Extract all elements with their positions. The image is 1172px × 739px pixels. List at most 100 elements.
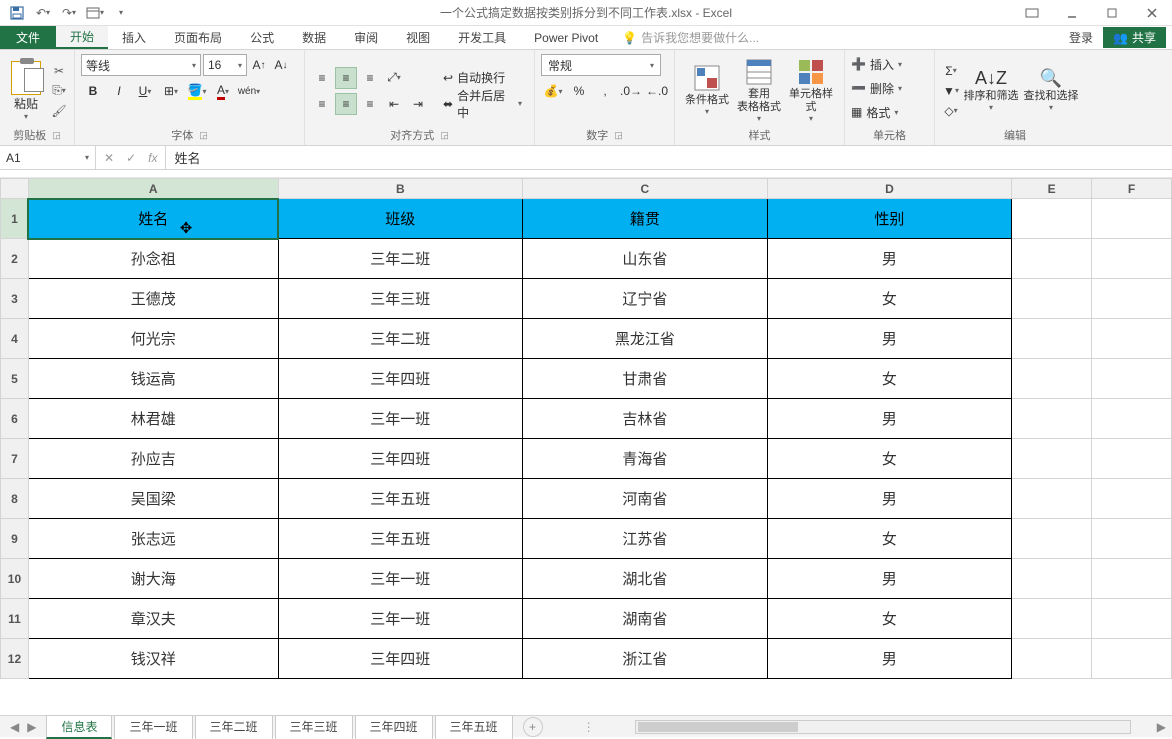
close-icon[interactable] <box>1132 0 1172 26</box>
sheet-tab-三年二班[interactable]: 三年二班 <box>195 715 273 739</box>
cell-E7[interactable] <box>1012 439 1092 479</box>
col-header-E[interactable]: E <box>1012 179 1092 199</box>
save-icon[interactable] <box>8 4 26 22</box>
decrease-decimal-icon[interactable]: ←.0 <box>645 80 669 102</box>
cell-C2[interactable]: 山东省 <box>523 239 768 279</box>
sheet-tab-信息表[interactable]: 信息表 <box>46 715 112 739</box>
phonetic-button[interactable]: wén▾ <box>237 80 261 102</box>
cell-E5[interactable] <box>1012 359 1092 399</box>
cell-F6[interactable] <box>1092 399 1172 439</box>
comma-button[interactable]: , <box>593 80 617 102</box>
enter-formula-icon[interactable]: ✓ <box>126 151 136 165</box>
tab-开发工具[interactable]: 开发工具 <box>444 26 520 49</box>
cell-F10[interactable] <box>1092 559 1172 599</box>
cell-C7[interactable]: 青海省 <box>523 439 768 479</box>
copy-icon[interactable]: ⎘▾ <box>50 83 68 99</box>
sheet-tab-三年五班[interactable]: 三年五班 <box>435 715 513 739</box>
cell-A2[interactable]: 孙念祖 <box>28 239 278 279</box>
col-header-B[interactable]: B <box>278 179 523 199</box>
cell-F5[interactable] <box>1092 359 1172 399</box>
cell-F7[interactable] <box>1092 439 1172 479</box>
border-button[interactable]: ⊞▾ <box>159 80 183 102</box>
increase-decimal-icon[interactable]: .0→ <box>619 80 643 102</box>
row-header-3[interactable]: 3 <box>1 279 29 319</box>
new-sheet-button[interactable]: + <box>523 717 543 737</box>
cell-E8[interactable] <box>1012 479 1092 519</box>
sheet-tab-三年三班[interactable]: 三年三班 <box>275 715 353 739</box>
font-name-select[interactable]: 等线▾ <box>81 54 201 76</box>
row-header-4[interactable]: 4 <box>1 319 29 359</box>
cell-D7[interactable]: 女 <box>767 439 1012 479</box>
col-header-D[interactable]: D <box>767 179 1012 199</box>
underline-button[interactable]: U▾ <box>133 80 157 102</box>
clipboard-launcher-icon[interactable]: ◲ <box>52 130 61 141</box>
number-launcher-icon[interactable]: ◲ <box>614 130 623 141</box>
cancel-formula-icon[interactable]: ✕ <box>104 151 114 165</box>
cell-C11[interactable]: 湖南省 <box>523 599 768 639</box>
name-box[interactable]: A1▾ <box>0 146 96 169</box>
delete-cells-button[interactable]: ➖删除▾ <box>851 78 902 98</box>
cell-E4[interactable] <box>1012 319 1092 359</box>
row-header-2[interactable]: 2 <box>1 239 29 279</box>
redo-icon[interactable]: ↷▾ <box>60 4 78 22</box>
maximize-icon[interactable] <box>1092 0 1132 26</box>
row-header-11[interactable]: 11 <box>1 599 29 639</box>
cell-F8[interactable] <box>1092 479 1172 519</box>
touch-mode-icon[interactable]: ▾ <box>86 4 104 22</box>
cell-F3[interactable] <box>1092 279 1172 319</box>
tab-审阅[interactable]: 审阅 <box>340 26 392 49</box>
cell-B2[interactable]: 三年二班 <box>278 239 523 279</box>
cell-C8[interactable]: 河南省 <box>523 479 768 519</box>
italic-button[interactable]: I <box>107 80 131 102</box>
align-top-icon[interactable]: ≡ <box>311 67 333 89</box>
tab-开始[interactable]: 开始 <box>56 26 108 49</box>
align-bottom-icon[interactable]: ≡ <box>359 67 381 89</box>
cell-B12[interactable]: 三年四班 <box>278 639 523 679</box>
cell-C9[interactable]: 江苏省 <box>523 519 768 559</box>
select-all-corner[interactable] <box>1 179 29 199</box>
cell-E1[interactable] <box>1012 199 1092 239</box>
cell-F1[interactable] <box>1092 199 1172 239</box>
minimize-icon[interactable] <box>1052 0 1092 26</box>
cell-D9[interactable]: 女 <box>767 519 1012 559</box>
align-center-icon[interactable]: ≡ <box>335 93 357 115</box>
row-header-7[interactable]: 7 <box>1 439 29 479</box>
cell-D8[interactable]: 男 <box>767 479 1012 519</box>
autosum-icon[interactable]: Σ▾ <box>941 62 961 80</box>
align-left-icon[interactable]: ≡ <box>311 93 333 115</box>
cell-F9[interactable] <box>1092 519 1172 559</box>
cell-D3[interactable]: 女 <box>767 279 1012 319</box>
align-launcher-icon[interactable]: ◲ <box>440 130 449 141</box>
share-button[interactable]: 👥共享 <box>1103 27 1166 48</box>
cell-E11[interactable] <box>1012 599 1092 639</box>
indent-increase-icon[interactable]: ⇥ <box>407 93 429 115</box>
row-header-5[interactable]: 5 <box>1 359 29 399</box>
cell-E6[interactable] <box>1012 399 1092 439</box>
cell-F11[interactable] <box>1092 599 1172 639</box>
cell-C5[interactable]: 甘肃省 <box>523 359 768 399</box>
cell-B8[interactable]: 三年五班 <box>278 479 523 519</box>
cell-F4[interactable] <box>1092 319 1172 359</box>
undo-icon[interactable]: ↶▾ <box>34 4 52 22</box>
cell-A4[interactable]: 何光宗 <box>28 319 278 359</box>
cell-A3[interactable]: 王德茂 <box>28 279 278 319</box>
cell-D11[interactable]: 女 <box>767 599 1012 639</box>
tab-视图[interactable]: 视图 <box>392 26 444 49</box>
sheet-nav-prev-icon[interactable]: ◀ <box>10 720 19 734</box>
cell-C1[interactable]: 籍贯 <box>523 199 768 239</box>
bold-button[interactable]: B <box>81 80 105 102</box>
cell-D4[interactable]: 男 <box>767 319 1012 359</box>
fill-color-button[interactable]: 🪣▾ <box>185 80 209 102</box>
align-right-icon[interactable]: ≡ <box>359 93 381 115</box>
tab-数据[interactable]: 数据 <box>288 26 340 49</box>
cell-C10[interactable]: 湖北省 <box>523 559 768 599</box>
fill-icon[interactable]: ▼▾ <box>941 82 961 100</box>
horizontal-scrollbar[interactable] <box>635 720 1131 734</box>
tab-Power Pivot[interactable]: Power Pivot <box>520 26 612 49</box>
cell-D10[interactable]: 男 <box>767 559 1012 599</box>
format-table-button[interactable]: 套用 表格格式▾ <box>733 58 785 124</box>
font-launcher-icon[interactable]: ◲ <box>199 130 208 141</box>
sheet-nav-next-icon[interactable]: ▶ <box>27 720 36 734</box>
col-header-F[interactable]: F <box>1092 179 1172 199</box>
qat-customize-icon[interactable]: ▾ <box>112 4 130 22</box>
